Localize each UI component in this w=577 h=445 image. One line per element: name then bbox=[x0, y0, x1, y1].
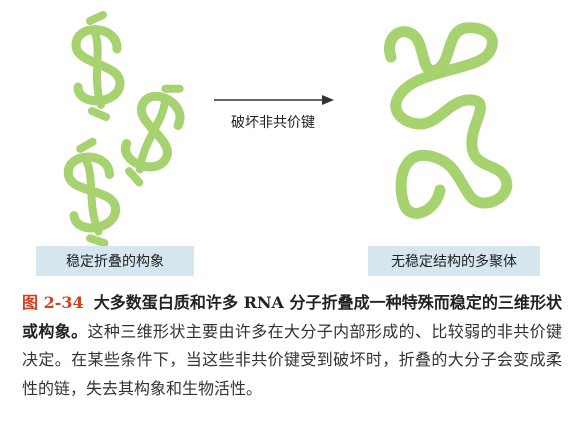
unfolded-chain bbox=[384, 22, 513, 219]
arrow-label: 破坏非共价键 bbox=[231, 115, 315, 131]
folded-molecule-2 bbox=[112, 77, 195, 188]
figure-caption: 图 2-34 大多数蛋白质和许多 RNA 分子折叠成一种特殊而稳定的三维形状或构象… bbox=[22, 289, 562, 403]
unstable-polymer-label: 无稳定结构的多聚体 bbox=[368, 246, 540, 276]
figure-number: 图 2-34 bbox=[22, 293, 84, 312]
stable-conformation-label: 稳定折叠的构象 bbox=[36, 246, 194, 276]
arrow bbox=[214, 95, 334, 105]
folded-molecule-3 bbox=[66, 140, 119, 245]
caption-body: 这种三维形状主要由许多在大分子内部形成的、比较弱的非共价键决定。在某些条件下，当… bbox=[22, 321, 562, 398]
folded-molecule-1 bbox=[76, 15, 120, 117]
